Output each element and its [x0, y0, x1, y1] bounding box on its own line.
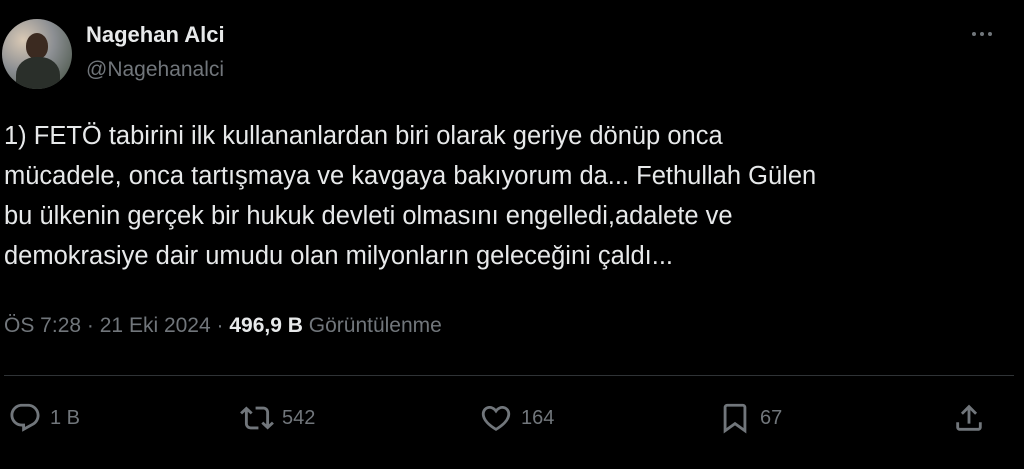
avatar-head — [26, 33, 48, 59]
views-count: 496,9 B — [229, 314, 303, 337]
retweet-icon — [240, 406, 274, 430]
bookmark-count: 67 — [760, 406, 783, 429]
meta-separator: · — [86, 314, 94, 337]
more-icon[interactable] — [965, 24, 999, 44]
bookmark-button[interactable]: 67 — [718, 396, 782, 440]
tweet-date[interactable]: 21 Eki 2024 — [100, 314, 211, 337]
heart-icon — [481, 405, 511, 431]
action-bar: 1 B 542 164 67 — [0, 396, 1024, 440]
reply-icon — [10, 403, 40, 432]
tweet-text: 1) FETÖ tabirini ilk kullananlardan biri… — [4, 122, 817, 270]
more-dot — [980, 32, 984, 36]
more-dot — [988, 32, 992, 36]
like-count: 164 — [521, 406, 555, 429]
author-handle[interactable]: @Nagehanalci — [86, 58, 224, 82]
bookmark-icon — [723, 403, 747, 434]
views-label: Görüntülenme — [308, 314, 442, 337]
divider — [4, 375, 1014, 376]
reply-button[interactable]: 1 B — [8, 396, 80, 440]
like-button[interactable]: 164 — [479, 396, 554, 440]
tweet-meta: ÖS 7:28 · 21 Eki 2024 · 496,9 B Görüntül… — [4, 314, 442, 338]
meta-separator: · — [216, 314, 224, 337]
avatar[interactable] — [2, 19, 72, 89]
reply-count: 1 B — [50, 406, 81, 429]
avatar-body — [16, 57, 60, 89]
retweet-count: 542 — [282, 406, 316, 429]
more-dot — [972, 32, 976, 36]
retweet-button[interactable]: 542 — [240, 396, 315, 440]
share-button[interactable] — [952, 396, 986, 440]
author-name[interactable]: Nagehan Alci — [86, 22, 225, 48]
tweet-time[interactable]: ÖS 7:28 — [4, 314, 81, 337]
share-icon — [956, 404, 982, 431]
